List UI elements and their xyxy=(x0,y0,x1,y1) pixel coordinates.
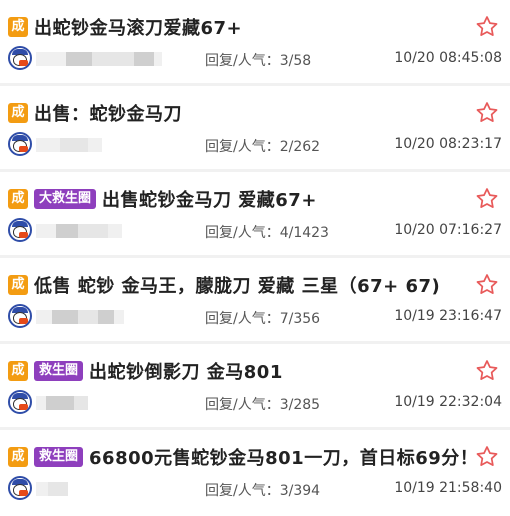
user-avatar[interactable] xyxy=(8,218,32,242)
post-time: 10/20 07:16:27 xyxy=(394,222,502,238)
completed-tag: 成 xyxy=(8,275,28,295)
username-redacted[interactable] xyxy=(36,138,102,152)
rescue-tag: 救生圈 xyxy=(34,447,84,467)
favorite-star-icon[interactable] xyxy=(474,358,500,384)
post-meta: 回复/人气：3/394 10/19 21:58:40 xyxy=(8,476,502,504)
user-avatar[interactable] xyxy=(8,390,32,414)
post-time: 10/20 08:45:08 xyxy=(394,50,502,66)
post-title[interactable]: 出售蛇钞金马刀 爱藏67+ xyxy=(102,186,317,212)
post-feed: 成 出蛇钞金马滚刀爱藏67+ 回复/人气：3/58 10/20 08:45:08 xyxy=(0,0,510,516)
post-meta: 回复/人气：4/1423 10/20 07:16:27 xyxy=(8,218,502,246)
completed-tag: 成 xyxy=(8,17,28,37)
post-time: 10/19 22:32:04 xyxy=(394,394,502,410)
post-meta: 回复/人气：3/285 10/19 22:32:04 xyxy=(8,390,502,418)
post-title[interactable]: 66800元售蛇钞金马801一刀，首日标69分！ xyxy=(89,444,466,470)
post-title-row: 成 出售：蛇钞金马刀 xyxy=(8,98,466,128)
post-title[interactable]: 出售：蛇钞金马刀 xyxy=(34,100,182,126)
post-title-row: 成 救生圈 出蛇钞倒影刀 金马801 xyxy=(8,356,466,386)
reply-popularity: 回复/人气：4/1423 xyxy=(205,225,329,241)
post-meta: 回复/人气：2/262 10/20 08:23:17 xyxy=(8,132,502,160)
post-item[interactable]: 成 大救生圈 出售蛇钞金马刀 爱藏67+ 回复/人气：4/1423 10/20 … xyxy=(0,172,510,258)
favorite-star-icon[interactable] xyxy=(474,186,500,212)
username-redacted[interactable] xyxy=(36,310,124,324)
user-avatar[interactable] xyxy=(8,304,32,328)
post-time: 10/19 21:58:40 xyxy=(394,480,502,496)
username-redacted[interactable] xyxy=(36,52,162,66)
favorite-star-icon[interactable] xyxy=(474,14,500,40)
post-title[interactable]: 出蛇钞金马滚刀爱藏67+ xyxy=(34,14,242,40)
post-item[interactable]: 成 救生圈 66800元售蛇钞金马801一刀，首日标69分！ 回复/人气：3/3… xyxy=(0,430,510,516)
post-time: 10/20 08:23:17 xyxy=(394,136,502,152)
favorite-star-icon[interactable] xyxy=(474,100,500,126)
post-title[interactable]: 出蛇钞倒影刀 金马801 xyxy=(89,358,283,384)
post-title-row: 成 救生圈 66800元售蛇钞金马801一刀，首日标69分！ xyxy=(8,442,466,472)
username-redacted[interactable] xyxy=(36,482,68,496)
rescue-tag: 大救生圈 xyxy=(34,189,97,209)
post-title-row: 成 低售 蛇钞 金马王，朦胧刀 爱藏 三星（67+ 67) xyxy=(8,270,466,300)
completed-tag: 成 xyxy=(8,447,28,467)
rescue-tag: 救生圈 xyxy=(34,361,84,381)
post-title-row: 成 大救生圈 出售蛇钞金马刀 爱藏67+ xyxy=(8,184,466,214)
completed-tag: 成 xyxy=(8,189,28,209)
reply-popularity: 回复/人气：3/58 xyxy=(205,53,312,69)
post-time: 10/19 23:16:47 xyxy=(394,308,502,324)
post-item[interactable]: 成 出蛇钞金马滚刀爱藏67+ 回复/人气：3/58 10/20 08:45:08 xyxy=(0,0,510,86)
reply-popularity: 回复/人气：7/356 xyxy=(205,311,321,327)
completed-tag: 成 xyxy=(8,103,28,123)
post-meta: 回复/人气：7/356 10/19 23:16:47 xyxy=(8,304,502,332)
user-avatar[interactable] xyxy=(8,46,32,70)
reply-popularity: 回复/人气：2/262 xyxy=(205,139,321,155)
user-avatar[interactable] xyxy=(8,476,32,500)
completed-tag: 成 xyxy=(8,361,28,381)
post-title[interactable]: 低售 蛇钞 金马王，朦胧刀 爱藏 三星（67+ 67) xyxy=(34,272,440,298)
favorite-star-icon[interactable] xyxy=(474,444,500,470)
post-item[interactable]: 成 救生圈 出蛇钞倒影刀 金马801 回复/人气：3/285 10/19 22:… xyxy=(0,344,510,430)
favorite-star-icon[interactable] xyxy=(474,272,500,298)
post-meta: 回复/人气：3/58 10/20 08:45:08 xyxy=(8,46,502,74)
post-title-row: 成 出蛇钞金马滚刀爱藏67+ xyxy=(8,12,466,42)
username-redacted[interactable] xyxy=(36,396,88,410)
reply-popularity: 回复/人气：3/285 xyxy=(205,397,321,413)
reply-popularity: 回复/人气：3/394 xyxy=(205,483,321,499)
username-redacted[interactable] xyxy=(36,224,122,238)
post-item[interactable]: 成 出售：蛇钞金马刀 回复/人气：2/262 10/20 08:23:17 xyxy=(0,86,510,172)
user-avatar[interactable] xyxy=(8,132,32,156)
post-item[interactable]: 成 低售 蛇钞 金马王，朦胧刀 爱藏 三星（67+ 67) 回复/人气：7/35… xyxy=(0,258,510,344)
